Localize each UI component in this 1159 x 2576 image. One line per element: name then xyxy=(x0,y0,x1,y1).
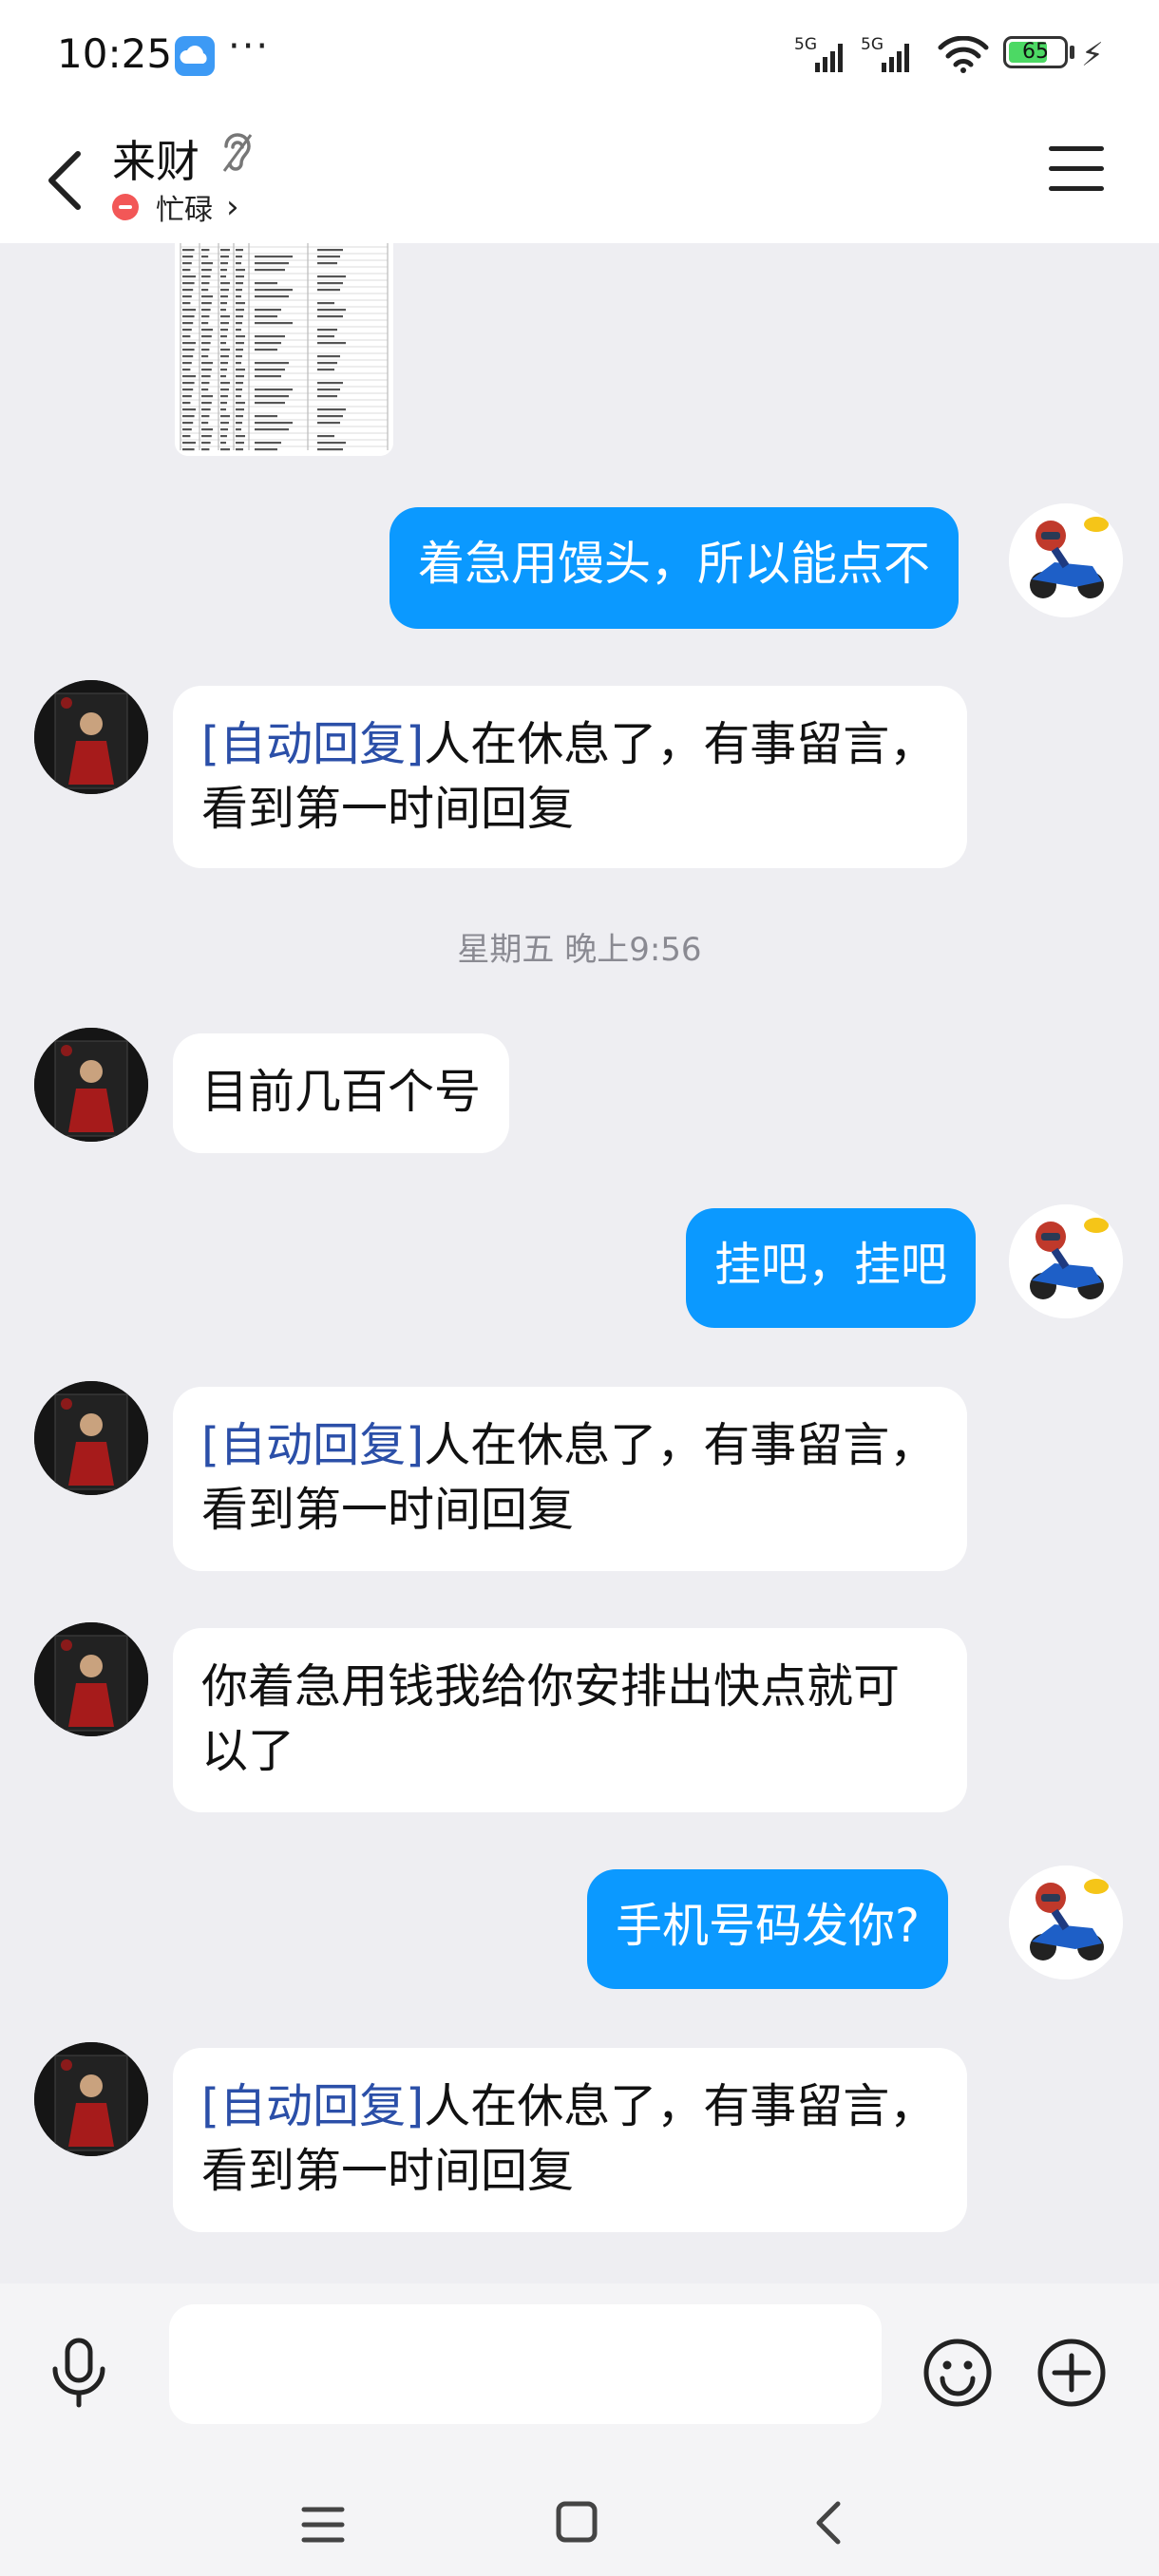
contact-photo xyxy=(34,1381,148,1495)
contact-photo xyxy=(34,680,148,794)
nav-menu-icon xyxy=(301,2507,345,2543)
emoji-button[interactable] xyxy=(922,2337,994,2413)
signal-label: 5G xyxy=(861,35,884,54)
message-bubble-incoming[interactable]: 目前几百个号 xyxy=(173,1033,510,1153)
message-text: 挂吧，挂吧 xyxy=(714,1238,948,1292)
motorcycle-avatar-icon xyxy=(1009,1204,1123,1318)
message-text: 你着急用钱我给你安排出快点就可以了 xyxy=(201,1659,901,1778)
message-text: 目前几百个号 xyxy=(201,1065,482,1119)
microphone-icon xyxy=(52,2338,105,2408)
spreadsheet-image xyxy=(175,243,393,456)
motorcycle-avatar-icon xyxy=(1009,503,1123,617)
nav-home-button[interactable] xyxy=(555,2500,598,2548)
contact-avatar[interactable] xyxy=(34,1622,148,1736)
plus-circle-icon xyxy=(1037,2339,1106,2407)
message-bubble-incoming[interactable]: 你着急用钱我给你安排出快点就可以了 xyxy=(173,1628,967,1812)
menu-button[interactable] xyxy=(1049,146,1104,203)
signal-label: 5G xyxy=(794,35,817,54)
message-bubble-outgoing[interactable]: 挂吧，挂吧 xyxy=(686,1208,977,1328)
battery-icon: 65 xyxy=(1003,36,1068,68)
presence-label: 忙碌 xyxy=(156,194,213,227)
message-bubble-incoming[interactable]: [自动回复]人在休息了，有事留言，看到第一时间回复 xyxy=(173,1387,967,1571)
battery-percent: 65 xyxy=(1022,40,1049,64)
ear-icon[interactable] xyxy=(220,131,255,179)
system-nav-bar xyxy=(0,2466,1159,2576)
chevron-left-icon xyxy=(48,151,81,210)
charging-icon: ⚡ xyxy=(1081,36,1104,74)
contact-avatar[interactable] xyxy=(34,1028,148,1142)
contact-name[interactable]: 来财 xyxy=(112,127,200,190)
voice-button[interactable] xyxy=(48,2335,110,2415)
auto-reply-tag: [自动回复] xyxy=(201,2079,425,2133)
nav-home-icon xyxy=(556,2501,598,2543)
back-button[interactable] xyxy=(36,135,97,220)
signal-icon: 5G xyxy=(861,34,918,80)
signal-icon: 5G xyxy=(794,34,851,80)
cloud-icon xyxy=(175,36,215,76)
battery-cap xyxy=(1070,46,1074,59)
my-avatar[interactable] xyxy=(1009,1204,1123,1318)
message-input[interactable] xyxy=(169,2304,882,2424)
contact-avatar[interactable] xyxy=(34,680,148,794)
auto-reply-tag: [自动回复] xyxy=(201,1418,425,1472)
smiley-icon xyxy=(923,2339,992,2407)
more-actions-button[interactable] xyxy=(1036,2337,1108,2413)
status-time: 10:25 xyxy=(57,30,173,77)
spreadsheet-image-thumbnail[interactable] xyxy=(175,243,393,456)
motorcycle-avatar-icon xyxy=(1009,1866,1123,1979)
chevron-right-icon: › xyxy=(226,188,239,226)
message-bubble-incoming[interactable]: [自动回复]人在休息了，有事留言，看到第一时间回复 xyxy=(173,686,967,868)
contact-avatar[interactable] xyxy=(34,2042,148,2156)
message-text: 着急用馒头，所以能点不 xyxy=(418,537,931,591)
message-bubble-outgoing[interactable]: 着急用馒头，所以能点不 xyxy=(390,507,960,629)
my-avatar[interactable] xyxy=(1009,503,1123,617)
nav-back-button[interactable] xyxy=(811,2498,846,2551)
presence-status[interactable]: 忙碌 › xyxy=(112,186,239,228)
busy-icon xyxy=(112,194,139,220)
message-text: 手机号码发你? xyxy=(616,1899,921,1953)
contact-photo xyxy=(34,1028,148,1142)
message-bubble-incoming[interactable]: [自动回复]人在休息了，有事留言，看到第一时间回复 xyxy=(173,2048,967,2232)
timestamp-divider: 星期五 晚上9:56 xyxy=(457,931,702,969)
auto-reply-tag: [自动回复] xyxy=(201,717,425,771)
contact-photo xyxy=(34,1622,148,1736)
nav-back-icon xyxy=(816,2501,841,2545)
status-more-icon: ··· xyxy=(228,25,271,68)
composer-bar xyxy=(0,2283,1159,2576)
contact-photo xyxy=(34,2042,148,2156)
nav-menu-button[interactable] xyxy=(300,2504,346,2549)
wifi-icon xyxy=(937,35,990,78)
chat-header: 来财 忙碌 › xyxy=(0,114,1159,243)
my-avatar[interactable] xyxy=(1009,1866,1123,1979)
message-bubble-outgoing[interactable]: 手机号码发你? xyxy=(587,1869,949,1989)
contact-avatar[interactable] xyxy=(34,1381,148,1495)
status-bar: 10:25 ··· 5G 5G 65 ⚡ xyxy=(0,0,1159,114)
